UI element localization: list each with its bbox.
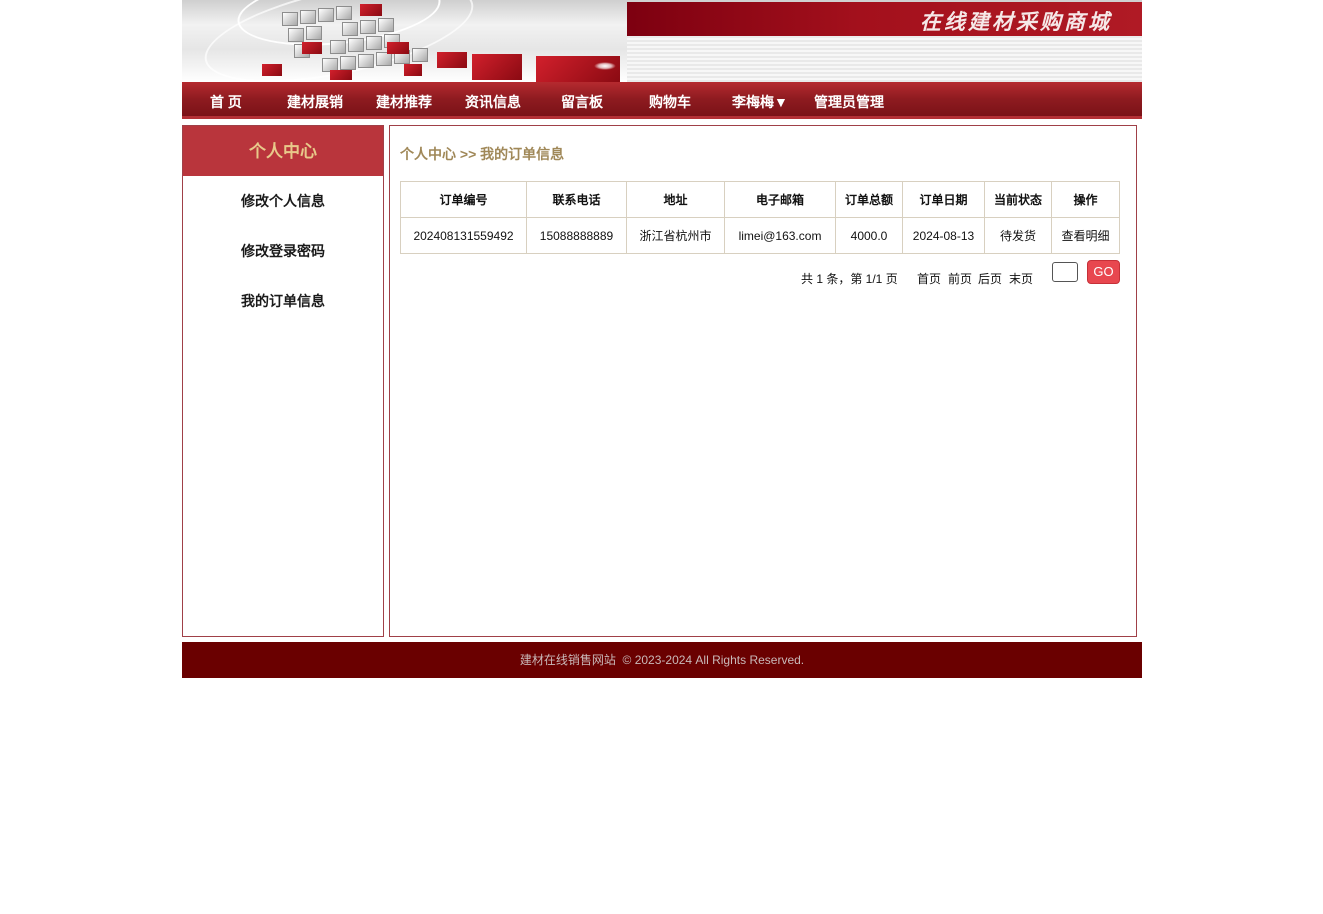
nav-recommended[interactable]: 建材推荐	[376, 92, 432, 112]
header-address: 地址	[626, 181, 725, 218]
breadcrumb-root[interactable]: 个人中心	[400, 146, 456, 162]
nav-cart[interactable]: 购物车	[649, 92, 691, 112]
main-panel: 个人中心 >> 我的订单信息 订单编号 联系电话 地址 电子邮箱 订单总额 订单…	[389, 125, 1137, 637]
page-container: 在线建材采购商城 首 页 建材展销 建材推荐 资讯信息 留言板 购物车 李梅梅▼…	[182, 0, 1142, 678]
header-status: 当前状态	[984, 181, 1052, 218]
go-button[interactable]: GO	[1087, 260, 1120, 284]
table-row: 202408131559492 15088888889 浙江省杭州市 limei…	[400, 217, 1120, 254]
sidebar-item-my-orders[interactable]: 我的订单信息	[183, 276, 383, 326]
pagination: 共 1 条，第 1/1 页 首页 前页 后页 末页 GO	[400, 260, 1120, 286]
header-phone: 联系电话	[526, 181, 627, 218]
cell-phone: 15088888889	[526, 217, 627, 254]
cell-date: 2024-08-13	[902, 217, 985, 254]
nav-message-board[interactable]: 留言板	[561, 92, 603, 112]
nav-user-menu[interactable]: 李梅梅▼	[732, 92, 788, 112]
breadcrumb: 个人中心 >> 我的订单信息	[400, 144, 564, 164]
site-title: 在线建材采购商城	[920, 9, 1112, 34]
sidebar-header: 个人中心	[183, 126, 383, 176]
footer-copyright: 建材在线销售网站 © 2023-2024 All Rights Reserved…	[519, 653, 805, 667]
sidebar-item-edit-profile[interactable]: 修改个人信息	[183, 176, 383, 226]
banner-stripes	[627, 38, 1142, 82]
breadcrumb-current: 我的订单信息	[480, 146, 565, 162]
cell-address: 浙江省杭州市	[626, 217, 725, 254]
next-page-link[interactable]: 后页	[978, 270, 1002, 287]
site-banner: 在线建材采购商城	[182, 0, 1142, 82]
light-flare	[594, 62, 616, 70]
cell-status: 待发货	[984, 217, 1052, 254]
last-page-link[interactable]: 末页	[1009, 270, 1033, 287]
header-email: 电子邮箱	[724, 181, 836, 218]
footer: 建材在线销售网站 © 2023-2024 All Rights Reserved…	[182, 642, 1142, 678]
pagination-summary: 共 1 条，第 1/1 页	[801, 272, 898, 286]
sidebar-item-change-password[interactable]: 修改登录密码	[183, 226, 383, 276]
sidebar: 个人中心 修改个人信息 修改登录密码 我的订单信息	[182, 125, 384, 637]
header-total: 订单总额	[835, 181, 903, 218]
nav-news[interactable]: 资讯信息	[465, 92, 521, 112]
banner-title-bar: 在线建材采购商城	[627, 2, 1142, 36]
prev-page-link[interactable]: 前页	[948, 270, 972, 287]
cell-email: limei@163.com	[724, 217, 836, 254]
nav-admin[interactable]: 管理员管理	[814, 92, 884, 112]
header-order-no: 订单编号	[400, 181, 527, 218]
cell-total: 4000.0	[835, 217, 903, 254]
header-action: 操作	[1051, 181, 1120, 218]
breadcrumb-separator: >>	[456, 146, 481, 162]
view-details-link[interactable]: 查看明细	[1051, 217, 1120, 254]
page-number-input[interactable]	[1052, 262, 1078, 282]
table-header-row: 订单编号 联系电话 地址 电子邮箱 订单总额 订单日期 当前状态 操作	[400, 181, 1120, 218]
nav-home[interactable]: 首 页	[210, 92, 242, 112]
orders-table: 订单编号 联系电话 地址 电子邮箱 订单总额 订单日期 当前状态 操作 2024…	[400, 181, 1120, 254]
cell-order-no: 202408131559492	[400, 217, 527, 254]
nav-products[interactable]: 建材展销	[287, 92, 343, 112]
header-date: 订单日期	[902, 181, 985, 218]
main-nav: 首 页 建材展销 建材推荐 资讯信息 留言板 购物车 李梅梅▼ 管理员管理	[182, 82, 1142, 119]
first-page-link[interactable]: 首页	[917, 270, 941, 287]
